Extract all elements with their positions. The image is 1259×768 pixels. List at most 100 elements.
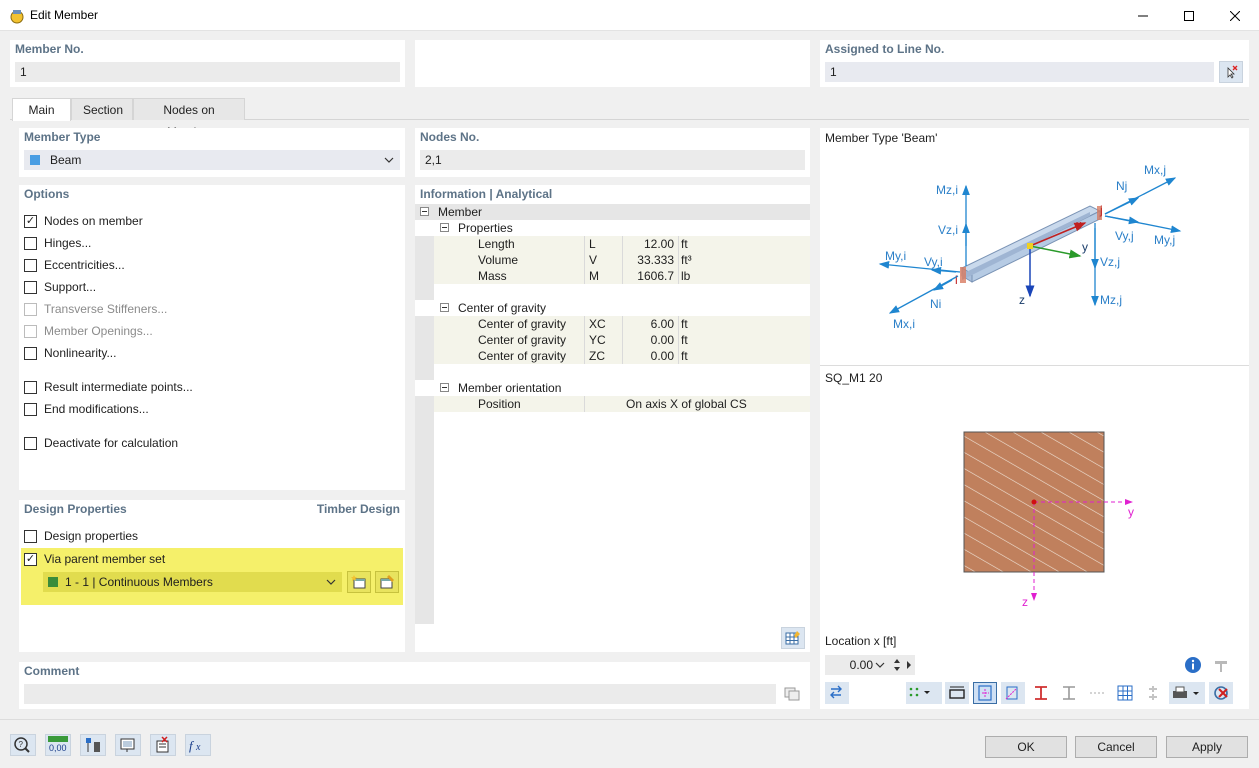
option-checkbox[interactable]: [24, 280, 37, 294]
member-set-select[interactable]: 1 - 1 | Continuous Members: [43, 572, 342, 592]
cancel-button[interactable]: Cancel: [1075, 736, 1157, 758]
design-properties-checkbox-row[interactable]: Design properties: [24, 525, 138, 547]
minimize-icon: [1138, 15, 1148, 16]
option-row[interactable]: Result intermediate points...: [24, 376, 193, 398]
label-n-j: Nj: [1116, 179, 1127, 193]
property-name: Mass: [478, 269, 507, 283]
stress-points-icon: [1149, 686, 1157, 700]
pin-button[interactable]: [1209, 654, 1233, 676]
property-unit: ft: [681, 333, 688, 347]
option-row[interactable]: Nodes on member: [24, 210, 143, 232]
pick-line-button[interactable]: [1219, 61, 1243, 83]
member-type-select[interactable]: Beam: [24, 150, 400, 170]
option-checkbox[interactable]: [24, 214, 37, 228]
option-row[interactable]: Deactivate for calculation: [24, 432, 178, 454]
stress-points-button[interactable]: [1141, 682, 1165, 704]
i-section-gray-button[interactable]: [1057, 682, 1081, 704]
view-button[interactable]: [115, 734, 141, 756]
tab-nodes-on-member[interactable]: Nodes on Member: [133, 98, 245, 139]
grid-button[interactable]: [1113, 682, 1137, 704]
maximize-button[interactable]: [1166, 0, 1212, 31]
tree-root-label: Member: [438, 205, 483, 219]
option-checkbox[interactable]: [24, 346, 37, 360]
option-checkbox[interactable]: [24, 258, 37, 272]
property-symbol: ZC: [589, 349, 605, 363]
preview-panel: Member Type 'Beam' Mz,i Vz,i My,i Vy,i N…: [820, 128, 1249, 709]
member-no-input[interactable]: 1: [15, 62, 400, 82]
member-type-value: Beam: [50, 153, 82, 167]
i-section-button[interactable]: [1029, 682, 1053, 704]
info-table-button[interactable]: [781, 627, 805, 649]
nodes-no-input[interactable]: 2,1: [420, 150, 805, 170]
collapse-icon[interactable]: [420, 207, 429, 216]
property-value: 6.00: [650, 317, 674, 331]
assigned-line-input[interactable]: 1: [825, 62, 1214, 82]
tree-row: Length L 12.00 ft: [434, 236, 810, 252]
display-points-button[interactable]: [906, 682, 942, 704]
option-checkbox[interactable]: [24, 402, 37, 416]
svg-text:0,00: 0,00: [49, 743, 67, 753]
delete-button[interactable]: [150, 734, 176, 756]
local-axes-button[interactable]: [973, 682, 997, 704]
close-button[interactable]: [1212, 0, 1258, 31]
help-button[interactable]: ?: [10, 734, 36, 756]
svg-text:x: x: [195, 742, 201, 753]
member-type-panel: Member Type Beam: [19, 128, 405, 177]
option-label: Hinges...: [44, 236, 92, 250]
property-name: Center of gravity: [478, 349, 567, 363]
comment-input[interactable]: [24, 684, 776, 704]
tree-row: Properties: [415, 220, 810, 236]
formula-button[interactable]: fx: [185, 734, 211, 756]
location-spinner[interactable]: 0.00: [825, 655, 915, 675]
reset-icon: [1214, 686, 1228, 700]
apply-button[interactable]: Apply: [1166, 736, 1248, 758]
print-button[interactable]: [1169, 682, 1205, 704]
principal-axes-button[interactable]: [1001, 682, 1025, 704]
location-label: Location x [ft]: [825, 634, 897, 648]
beam-color-swatch: [30, 155, 40, 165]
via-parent-checkbox-row[interactable]: Via parent member set: [24, 548, 165, 570]
property-unit: ft³: [681, 253, 692, 267]
option-checkbox[interactable]: [24, 236, 37, 250]
tab-main[interactable]: Main: [12, 98, 71, 121]
option-checkbox[interactable]: [24, 380, 37, 394]
design-properties-checkbox[interactable]: [24, 529, 37, 543]
tab-section[interactable]: Section: [71, 98, 133, 120]
information-label: Information | Analytical: [420, 187, 553, 201]
member-button[interactable]: [80, 734, 106, 756]
option-row[interactable]: Support...: [24, 276, 96, 298]
option-row[interactable]: End modifications...: [24, 398, 149, 420]
edit-member-set-button[interactable]: [375, 571, 399, 593]
dimension-lines-button[interactable]: [1085, 682, 1109, 704]
units-button[interactable]: 0,00: [45, 734, 71, 756]
chevron-down-icon: [875, 662, 885, 668]
comment-copy-button[interactable]: [780, 683, 804, 705]
option-checkbox[interactable]: [24, 436, 37, 450]
collapse-icon[interactable]: [440, 303, 449, 312]
section-axis-y: y: [1128, 505, 1134, 519]
option-row[interactable]: Eccentricities...: [24, 254, 125, 276]
option-row[interactable]: Nonlinearity...: [24, 342, 116, 364]
nodes-no-label: Nodes No.: [420, 130, 480, 144]
option-row[interactable]: Hinges...: [24, 232, 91, 254]
column-divider: [584, 396, 585, 412]
section-size-button[interactable]: [945, 682, 969, 704]
reset-view-button[interactable]: [1209, 682, 1233, 704]
label-mz-j: Mz,j: [1100, 293, 1122, 307]
collapse-icon[interactable]: [440, 383, 449, 392]
collapse-icon[interactable]: [440, 223, 449, 232]
spin-right-icon[interactable]: [906, 661, 912, 669]
tree-group-label: Center of gravity: [458, 301, 547, 315]
new-member-set-button[interactable]: [347, 571, 371, 593]
ok-button[interactable]: OK: [985, 736, 1067, 758]
spin-updown-icon[interactable]: [893, 658, 901, 672]
via-parent-checkbox[interactable]: [24, 552, 37, 566]
tree-row: Center of gravity XC 6.00 ft: [434, 316, 810, 332]
info-button[interactable]: [1181, 654, 1205, 676]
property-value: 33.333: [637, 253, 674, 267]
swap-view-button[interactable]: [825, 682, 849, 704]
option-label: Member Openings...: [44, 324, 153, 338]
column-divider: [622, 332, 623, 348]
property-symbol: M: [589, 269, 599, 283]
minimize-button[interactable]: [1120, 0, 1166, 31]
